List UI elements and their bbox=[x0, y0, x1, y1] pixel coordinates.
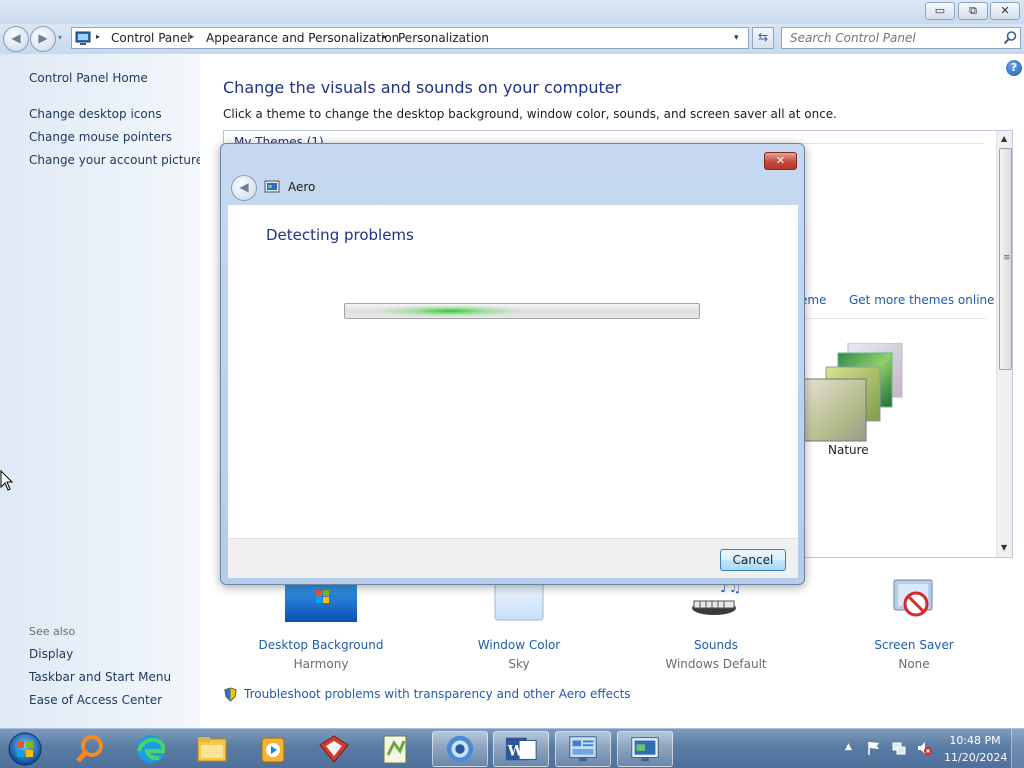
recent-pages-dropdown[interactable]: ▾ bbox=[58, 33, 62, 42]
nature-theme-label[interactable]: Nature bbox=[828, 443, 869, 457]
help-icon[interactable]: ? bbox=[1006, 60, 1022, 76]
screen-saver-label[interactable]: Screen Saver bbox=[839, 638, 989, 652]
troubleshooter-icon bbox=[264, 180, 280, 193]
dialog-title: Aero bbox=[288, 180, 316, 194]
breadcrumb-separator[interactable]: ▸ bbox=[383, 32, 387, 41]
volume-muted-icon[interactable] bbox=[916, 740, 932, 756]
cad-app-taskbar-icon[interactable] bbox=[306, 731, 362, 767]
scroll-grip-icon: ≡ bbox=[1003, 253, 1011, 263]
page-description: Click a theme to change the desktop back… bbox=[223, 107, 837, 121]
file-explorer-taskbar-icon[interactable] bbox=[184, 731, 240, 767]
shield-icon bbox=[224, 687, 237, 702]
breadcrumb-control-panel[interactable]: Control Panel bbox=[111, 31, 191, 45]
maximize-button[interactable]: ⧉ bbox=[958, 2, 988, 20]
search-input[interactable] bbox=[782, 28, 998, 48]
clock-date[interactable]: 11/20/2024 bbox=[944, 751, 1007, 764]
search-everything-taskbar-icon[interactable] bbox=[62, 731, 118, 767]
taskbar: W ▲ 10:48 PM 11/20/2024 bbox=[0, 728, 1024, 768]
dialog-content: Detecting problems bbox=[228, 205, 798, 538]
scroll-up-icon[interactable]: ▲ bbox=[1001, 134, 1007, 143]
aero-troubleshooter-dialog: ✕ ◀ Aero Detecting problems Cancel bbox=[220, 143, 805, 585]
desktop-background-setting[interactable]: Desktop Background Harmony bbox=[246, 578, 396, 671]
change-account-picture-link[interactable]: Change your account picture bbox=[29, 153, 203, 167]
see-also-label: See also bbox=[29, 625, 76, 638]
word-taskbar-icon[interactable]: W bbox=[493, 731, 549, 767]
change-mouse-pointers-link[interactable]: Change mouse pointers bbox=[29, 130, 172, 144]
display-link[interactable]: Display bbox=[29, 647, 73, 661]
scroll-thumb[interactable]: ≡ bbox=[999, 148, 1012, 370]
breadcrumb-separator[interactable]: ▸ bbox=[96, 32, 100, 41]
search-box[interactable] bbox=[781, 27, 1021, 49]
show-hidden-icons-button[interactable]: ▲ bbox=[845, 742, 852, 752]
control-panel-taskbar-icon[interactable] bbox=[555, 731, 611, 767]
address-dropdown-icon[interactable]: ▾ bbox=[734, 33, 739, 43]
change-desktop-icons-link[interactable]: Change desktop icons bbox=[29, 107, 162, 121]
sounds-value: Windows Default bbox=[665, 657, 767, 671]
get-more-themes-link[interactable]: Get more themes online bbox=[849, 293, 995, 307]
show-desktop-button[interactable] bbox=[1011, 729, 1024, 768]
media-player-taskbar-icon[interactable] bbox=[245, 731, 301, 767]
troubleshoot-aero-link[interactable]: Troubleshoot problems with transparency … bbox=[244, 687, 631, 701]
breadcrumb-personalization[interactable]: Personalization bbox=[398, 31, 489, 45]
personalization-taskbar-icon[interactable] bbox=[617, 731, 673, 767]
sidebar: Control Panel Home Change desktop icons … bbox=[0, 54, 203, 728]
breadcrumb-separator[interactable]: ▸ bbox=[190, 32, 194, 41]
screen-saver-value: None bbox=[898, 657, 930, 671]
dialog-heading: Detecting problems bbox=[266, 226, 414, 244]
dialog-back-button[interactable]: ◀ bbox=[231, 175, 257, 201]
taskbar-start-menu-link[interactable]: Taskbar and Start Menu bbox=[29, 670, 171, 684]
sounds-setting[interactable]: ♪♫ Sounds Windows Default bbox=[641, 578, 791, 671]
network-icon[interactable] bbox=[891, 740, 907, 756]
window-color-label[interactable]: Window Color bbox=[444, 638, 594, 652]
control-panel-icon bbox=[75, 31, 91, 45]
chrome-taskbar-icon[interactable] bbox=[432, 731, 488, 767]
back-button[interactable]: ◀ bbox=[3, 26, 29, 52]
address-bar[interactable]: ▸ Control Panel ▸ Appearance and Persona… bbox=[71, 27, 749, 49]
ease-of-access-link[interactable]: Ease of Access Center bbox=[29, 693, 162, 707]
minimize-button[interactable]: ▭ bbox=[925, 2, 955, 20]
search-icon[interactable] bbox=[1002, 30, 1018, 46]
screen-saver-setting[interactable]: Screen Saver None bbox=[839, 578, 989, 671]
screen-saver-icon bbox=[893, 579, 933, 617]
page-title: Change the visuals and sounds on your co… bbox=[223, 78, 622, 97]
theme-list-scrollbar[interactable]: ▲ ≡ ▼ bbox=[996, 131, 1012, 557]
notepad-plus-taskbar-icon[interactable] bbox=[367, 731, 423, 767]
breadcrumb-appearance[interactable]: Appearance and Personalization bbox=[206, 31, 399, 45]
cancel-button[interactable]: Cancel bbox=[720, 549, 786, 571]
progress-bar bbox=[344, 303, 700, 319]
control-panel-home-link[interactable]: Control Panel Home bbox=[29, 71, 148, 85]
nature-theme-thumbnail[interactable] bbox=[804, 343, 904, 443]
forward-button[interactable]: ▶ bbox=[30, 26, 56, 52]
desktop-background-value: Harmony bbox=[293, 657, 349, 671]
close-button[interactable]: ✕ bbox=[990, 2, 1020, 20]
window-color-setting[interactable]: Window Color Sky bbox=[444, 577, 594, 671]
mouse-cursor bbox=[0, 470, 14, 491]
window-color-value: Sky bbox=[508, 657, 530, 671]
clock-time[interactable]: 10:48 PM bbox=[944, 734, 1006, 747]
dialog-footer: Cancel bbox=[228, 538, 798, 578]
dialog-close-button[interactable]: ✕ bbox=[764, 152, 797, 170]
action-center-flag-icon[interactable] bbox=[866, 740, 882, 756]
edge-taskbar-icon[interactable] bbox=[123, 731, 179, 767]
start-button[interactable] bbox=[3, 730, 47, 768]
refresh-button[interactable]: ⇆ bbox=[752, 27, 774, 49]
svg-text:W: W bbox=[507, 744, 525, 760]
progress-marquee bbox=[375, 305, 525, 317]
scroll-down-icon[interactable]: ▼ bbox=[1001, 543, 1007, 552]
title-bar: ▭ ⧉ ✕ bbox=[0, 0, 1024, 24]
desktop-background-label[interactable]: Desktop Background bbox=[246, 638, 396, 652]
sounds-label[interactable]: Sounds bbox=[641, 638, 791, 652]
